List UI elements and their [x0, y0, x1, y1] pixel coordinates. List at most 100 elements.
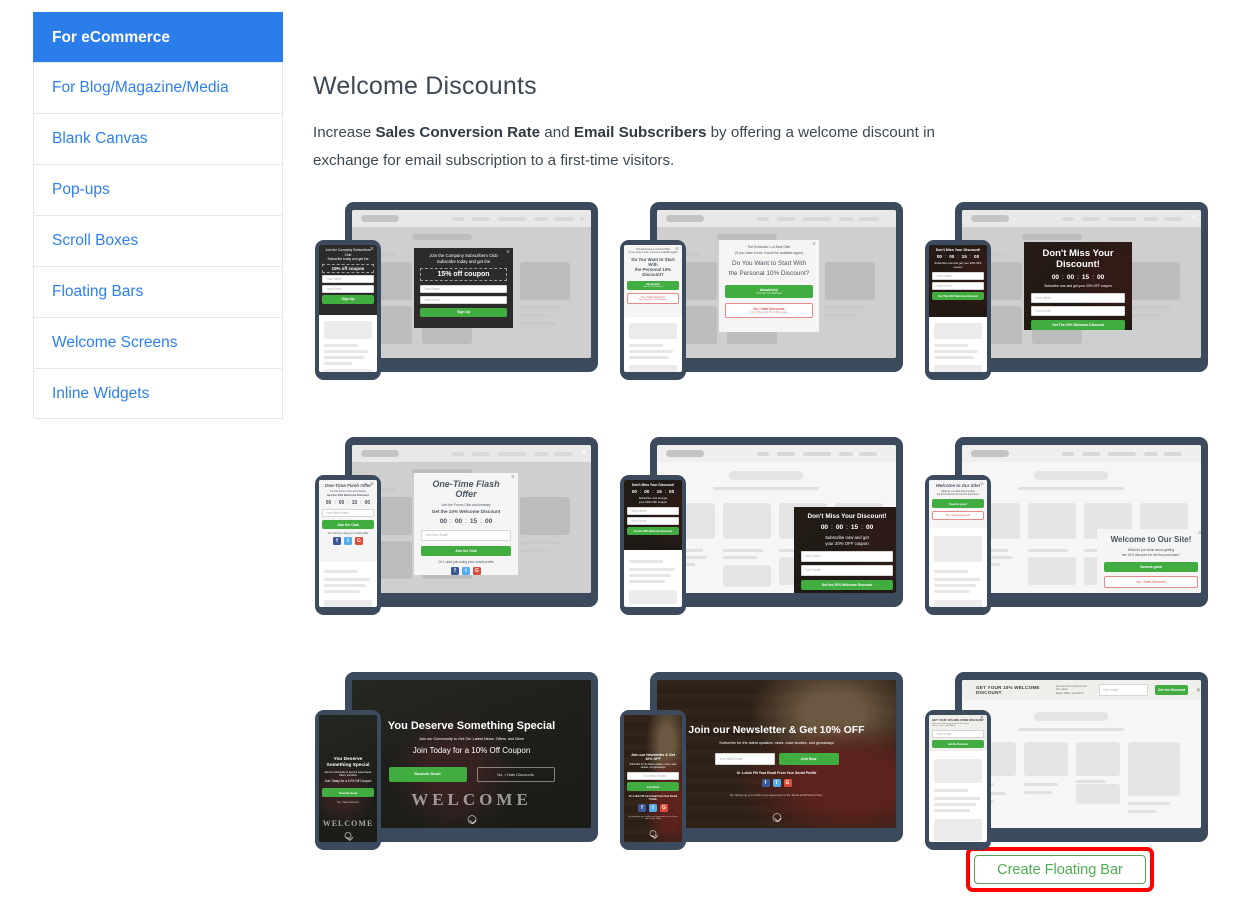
get-discount-button[interactable]: Get The 20% Welcome Discount — [1031, 319, 1125, 330]
sidebar-item-blank-canvas[interactable]: Blank Canvas — [33, 113, 283, 164]
phone-screen: Join our Newsletter & Get 10% OFF Subscr… — [624, 715, 682, 842]
template-card-welcome-to-our-site[interactable]: × Welcome to Our Site! What do you think… — [923, 431, 1228, 666]
close-icon[interactable]: × — [812, 241, 816, 248]
sidebar-item-for-blog-magazine-media[interactable]: For Blog/Magazine/Media — [33, 62, 283, 113]
close-icon[interactable]: × — [980, 481, 984, 488]
email-input[interactable]: Your Best Email — [322, 509, 374, 517]
template-card-exclusive-one-of-kind[interactable]: × The Exclusive 1-of-Kind Offer (If you … — [618, 196, 923, 431]
scrollbox-subtitle-2: the 10% discount for the first purchase? — [1121, 552, 1181, 557]
twitter-icon[interactable]: t — [649, 804, 657, 812]
email-input[interactable]: Your Email — [1031, 305, 1125, 316]
email-input[interactable]: Your Email — [627, 517, 679, 525]
email-input[interactable]: Your email — [1098, 684, 1149, 696]
sidebar-item-welcome-screens[interactable]: Welcome Screens — [33, 317, 283, 368]
email-input[interactable]: Your Best Email — [714, 753, 775, 765]
sidebar-item-label: Welcome Screens — [52, 334, 178, 351]
close-icon[interactable]: ✕ — [1190, 213, 1197, 222]
popup-subscribers-club-mobile: × Join the Company Subscribers Club Subs… — [319, 245, 377, 315]
sidebar-item-inline-widgets[interactable]: Inline Widgets — [33, 368, 283, 419]
sidebar-item-label: Scroll Boxes — [52, 232, 139, 249]
name-input[interactable]: Your Name — [627, 507, 679, 515]
sidebar-item-pop-ups[interactable]: Pop-ups — [33, 164, 283, 215]
laptop-screen: You Deserve Something Special Join our C… — [352, 680, 591, 828]
accept-button[interactable]: Sounds good — [932, 499, 984, 508]
scroll-down-icon[interactable] — [344, 832, 352, 839]
template-card-you-deserve-something-special[interactable]: You Deserve Something Special Join our C… — [313, 666, 618, 901]
popup-one-time-flash-offer-mobile: × One-Time Flash Offer Join the Promo Cl… — [319, 480, 377, 562]
laptop-screen: GET YOUR 10% WELCOME DISCOUNT Join our C… — [962, 680, 1201, 828]
template-card-join-our-newsletter[interactable]: Join our Newsletter & Get 10% OFF Subscr… — [618, 666, 923, 901]
join-club-button[interactable]: Join the Club — [421, 545, 511, 556]
twitter-icon[interactable]: t — [462, 567, 470, 576]
close-icon[interactable]: ✕ — [980, 716, 984, 721]
get-discount-button[interactable]: Get the Discount — [932, 740, 984, 748]
sidebar-item-floating-bars[interactable]: Floating Bars — [33, 266, 283, 317]
name-input[interactable]: Your Name — [420, 284, 507, 293]
accept-button[interactable]: Sounds good — [1104, 562, 1198, 573]
email-input[interactable]: Your email — [932, 730, 984, 738]
get-discount-button[interactable]: Get the 20% Welcome Discount — [801, 579, 893, 590]
close-icon[interactable]: × — [370, 246, 374, 253]
desc-text-1: Increase — [313, 124, 376, 141]
google-plus-icon[interactable]: G — [355, 537, 363, 545]
decline-button[interactable]: No, I Hate Discounts — [932, 511, 984, 520]
email-input[interactable]: Your Email — [932, 282, 984, 290]
timer-days: 00 — [820, 524, 829, 531]
facebook-icon[interactable]: f — [761, 779, 770, 787]
close-icon[interactable]: × — [511, 474, 515, 481]
name-input[interactable]: Your Name — [932, 272, 984, 280]
template-card-dont-miss-discount-popup[interactable]: ✕ Don't Miss Your Discount! 00: 00: 15… — [923, 196, 1228, 431]
name-input[interactable]: Your Name — [322, 274, 374, 283]
close-icon[interactable]: ✕ — [1196, 687, 1201, 694]
template-card-one-time-flash-offer[interactable]: ✕ × One-Time Flash Offer Join the Promo … — [313, 431, 618, 666]
timer-days: 00 — [1051, 274, 1060, 281]
get-discount-button[interactable]: Get the 20% Welcome Discount — [627, 527, 679, 535]
google-plus-icon[interactable]: G — [783, 779, 792, 787]
decline-button[interactable]: No, I Hate Discounts — [476, 767, 555, 782]
facebook-icon[interactable]: f — [333, 537, 341, 545]
popup-subscribers-club: × Join the Company Subscribers Club Subs… — [414, 248, 513, 328]
scroll-down-icon[interactable] — [649, 830, 657, 837]
create-floating-bar-button[interactable]: Create Floating Bar — [974, 855, 1146, 884]
popup-eyebrow-secondary: (If you close it now, it won't be availa… — [628, 251, 678, 254]
phone-frame: Don't Miss Your Discount! 00: 00: 15: 00… — [620, 475, 686, 615]
template-card-subscribers-club[interactable]: × Join the Company Subscribers Club Subs… — [313, 196, 618, 431]
email-input[interactable]: Your Best Email — [421, 529, 511, 541]
close-icon[interactable]: × — [675, 246, 679, 253]
join-club-button[interactable]: Join the Club — [322, 520, 374, 529]
close-icon[interactable]: ✕ — [580, 448, 587, 457]
facebook-icon[interactable]: f — [638, 804, 646, 812]
name-input[interactable]: Your Name — [801, 550, 893, 562]
timer-hours: 00 — [644, 489, 650, 494]
get-discount-button[interactable]: Get the Discount — [1155, 685, 1188, 695]
get-discount-button[interactable]: Get The 20% Welcome Discount — [932, 292, 984, 300]
sidebar-item-for-ecommerce[interactable]: For eCommerce — [33, 12, 283, 62]
template-card-dont-miss-discount-scrollbox[interactable]: Don't Miss Your Discount! 00: 00: 15: 00… — [618, 431, 923, 666]
scroll-down-icon[interactable] — [772, 813, 781, 822]
name-input[interactable]: Your Name — [1031, 292, 1125, 303]
email-input[interactable]: Your Email — [322, 284, 374, 293]
sidebar-item-scroll-boxes[interactable]: Scroll Boxes — [33, 215, 283, 266]
email-input[interactable]: Your Email — [420, 295, 507, 304]
timer-hours: 00 — [949, 254, 955, 259]
email-input[interactable]: Your Email — [801, 564, 893, 576]
decline-button[interactable]: No, I Hate Discounts — [1104, 576, 1198, 589]
popup-subtitle: Subscribe now and get your 20% OFF coupo… — [1044, 284, 1112, 288]
accept-button[interactable]: Sounds Good — [388, 767, 467, 782]
scroll-down-icon[interactable] — [467, 815, 476, 824]
signup-button[interactable]: Sign Up — [420, 307, 507, 317]
close-icon[interactable]: × — [506, 249, 510, 256]
twitter-icon[interactable]: t — [772, 779, 781, 787]
email-input[interactable]: Your Best Email — [627, 772, 679, 780]
close-icon[interactable]: × — [370, 481, 374, 488]
google-plus-icon[interactable]: G — [660, 804, 668, 812]
decline-button[interactable]: No, I Hate Discounts — [322, 801, 374, 804]
facebook-icon[interactable]: f — [451, 567, 459, 576]
join-now-button[interactable]: Join Now — [778, 753, 839, 765]
signup-button[interactable]: Sign Up — [322, 294, 374, 304]
join-now-button[interactable]: Join Now — [627, 782, 679, 791]
twitter-icon[interactable]: t — [344, 537, 352, 545]
accept-button[interactable]: Sounds Good — [322, 788, 374, 798]
close-icon[interactable]: × — [1198, 530, 1201, 537]
google-plus-icon[interactable]: G — [473, 567, 481, 576]
